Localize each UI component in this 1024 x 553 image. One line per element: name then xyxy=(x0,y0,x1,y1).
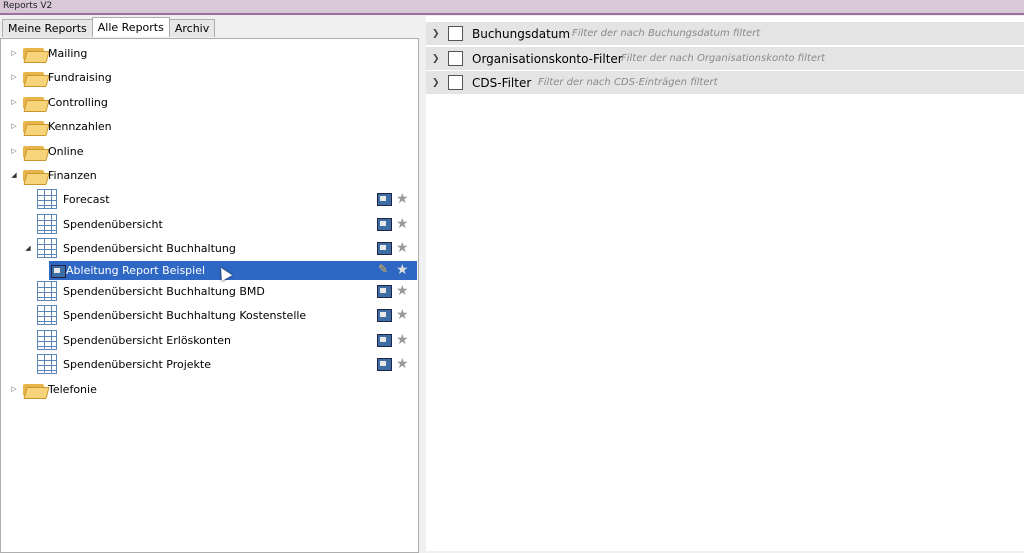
report-grid-icon xyxy=(37,330,57,350)
report-preview-icon[interactable] xyxy=(377,193,392,206)
folder-label: Controlling xyxy=(48,95,108,109)
report-preview-icon[interactable] xyxy=(377,218,392,231)
folder-icon xyxy=(22,143,50,161)
report-preview-icon[interactable] xyxy=(377,242,392,255)
favorite-star-icon[interactable]: ★ xyxy=(396,308,409,322)
filter-panel: ❯ Buchungsdatum Filter der nach Buchungs… xyxy=(426,16,1024,551)
filter-row-cds[interactable]: ❯ CDS-Filter Filter der nach CDS-Einträg… xyxy=(426,71,1024,94)
filter-name: Buchungsdatum xyxy=(472,26,571,41)
report-label: Forecast xyxy=(63,192,110,206)
report-grid-icon xyxy=(37,354,57,374)
reports-panel: Meine Reports Alle Reports Archiv ▷ Mail… xyxy=(0,16,420,553)
folder-label: Kennzahlen xyxy=(48,119,112,133)
report-grid-icon xyxy=(37,189,57,209)
report-grid-icon xyxy=(37,305,57,325)
filter-name: Organisationskonto-Filter xyxy=(472,51,623,66)
expand-arrow-icon[interactable]: ▷ xyxy=(10,147,18,155)
folder-label: Finanzen xyxy=(48,168,97,182)
expand-arrow-icon[interactable]: ▷ xyxy=(10,122,18,130)
expand-arrow-icon[interactable]: ▷ xyxy=(10,385,18,393)
window-titlebar: Reports V2 xyxy=(0,0,1024,15)
folder-label: Telefonie xyxy=(48,382,97,396)
report-label: Spendenübersicht xyxy=(63,217,163,231)
filter-checkbox[interactable] xyxy=(448,75,463,90)
folder-label: Online xyxy=(48,144,84,158)
report-grid-icon xyxy=(37,238,57,258)
collapse-arrow-icon[interactable]: ◢ xyxy=(10,171,18,179)
edit-pencil-icon[interactable]: ✎ xyxy=(378,262,388,276)
tab-meine-reports[interactable]: Meine Reports xyxy=(2,19,93,37)
favorite-star-icon[interactable]: ★ xyxy=(396,357,409,371)
derived-report-icon xyxy=(51,265,66,278)
report-label: Spendenübersicht Buchhaltung Kostenstell… xyxy=(63,308,307,322)
expand-arrow-icon[interactable]: ▷ xyxy=(10,49,18,57)
tab-alle-reports[interactable]: Alle Reports xyxy=(91,17,170,37)
chevron-right-icon[interactable]: ❯ xyxy=(432,29,440,39)
report-label: Spendenübersicht Erlöskonten xyxy=(63,333,232,347)
report-label: Ableitung Report Beispiel xyxy=(66,263,206,277)
expand-arrow-icon[interactable]: ▷ xyxy=(10,98,18,106)
folder-icon xyxy=(22,381,50,399)
favorite-star-icon[interactable]: ★ xyxy=(396,263,409,277)
report-preview-icon[interactable] xyxy=(377,285,392,298)
filter-row-buchungsdatum[interactable]: ❯ Buchungsdatum Filter der nach Buchungs… xyxy=(426,22,1024,45)
folder-icon xyxy=(22,118,50,136)
folder-label: Fundraising xyxy=(48,70,112,84)
folder-icon xyxy=(22,94,50,112)
favorite-star-icon[interactable]: ★ xyxy=(396,333,409,347)
folder-label: Mailing xyxy=(48,46,88,60)
favorite-star-icon[interactable]: ★ xyxy=(396,284,409,298)
report-grid-icon xyxy=(37,214,57,234)
filter-row-organisationskonto[interactable]: ❯ Organisationskonto-Filter Filter der n… xyxy=(426,47,1024,70)
favorite-star-icon[interactable]: ★ xyxy=(396,192,409,206)
folder-icon xyxy=(22,45,50,63)
filter-description: Filter der nach CDS-Einträgen filtert xyxy=(538,77,718,88)
filter-description: Filter der nach Organisationskonto filte… xyxy=(621,53,826,64)
folder-icon xyxy=(22,167,50,185)
chevron-right-icon[interactable]: ❯ xyxy=(432,54,440,64)
chevron-right-icon[interactable]: ❯ xyxy=(432,78,440,88)
report-label: Spendenübersicht Buchhaltung xyxy=(63,241,236,255)
filter-checkbox[interactable] xyxy=(448,26,463,41)
folder-icon xyxy=(22,69,50,87)
expand-arrow-icon[interactable]: ▷ xyxy=(10,73,18,81)
report-label: Spendenübersicht Projekte xyxy=(63,357,212,371)
favorite-star-icon[interactable]: ★ xyxy=(396,241,409,255)
report-preview-icon[interactable] xyxy=(377,334,392,347)
window-title: Reports V2 xyxy=(3,1,53,11)
report-preview-icon[interactable] xyxy=(377,309,392,322)
collapse-arrow-icon[interactable]: ◢ xyxy=(24,244,32,252)
filter-checkbox[interactable] xyxy=(448,51,463,66)
tab-archiv[interactable]: Archiv xyxy=(168,19,216,37)
report-preview-icon[interactable] xyxy=(377,358,392,371)
report-tree: ▷ Mailing ▷ Fundraising ▷ Controlling ▷ … xyxy=(0,38,419,553)
tab-bar: Meine Reports Alle Reports Archiv xyxy=(2,17,216,39)
favorite-star-icon[interactable]: ★ xyxy=(396,217,409,231)
report-label: Spendenübersicht Buchhaltung BMD xyxy=(63,284,265,298)
filter-description: Filter der nach Buchungsdatum filtert xyxy=(572,28,761,39)
report-grid-icon xyxy=(37,281,57,301)
filter-name: CDS-Filter xyxy=(472,75,532,90)
